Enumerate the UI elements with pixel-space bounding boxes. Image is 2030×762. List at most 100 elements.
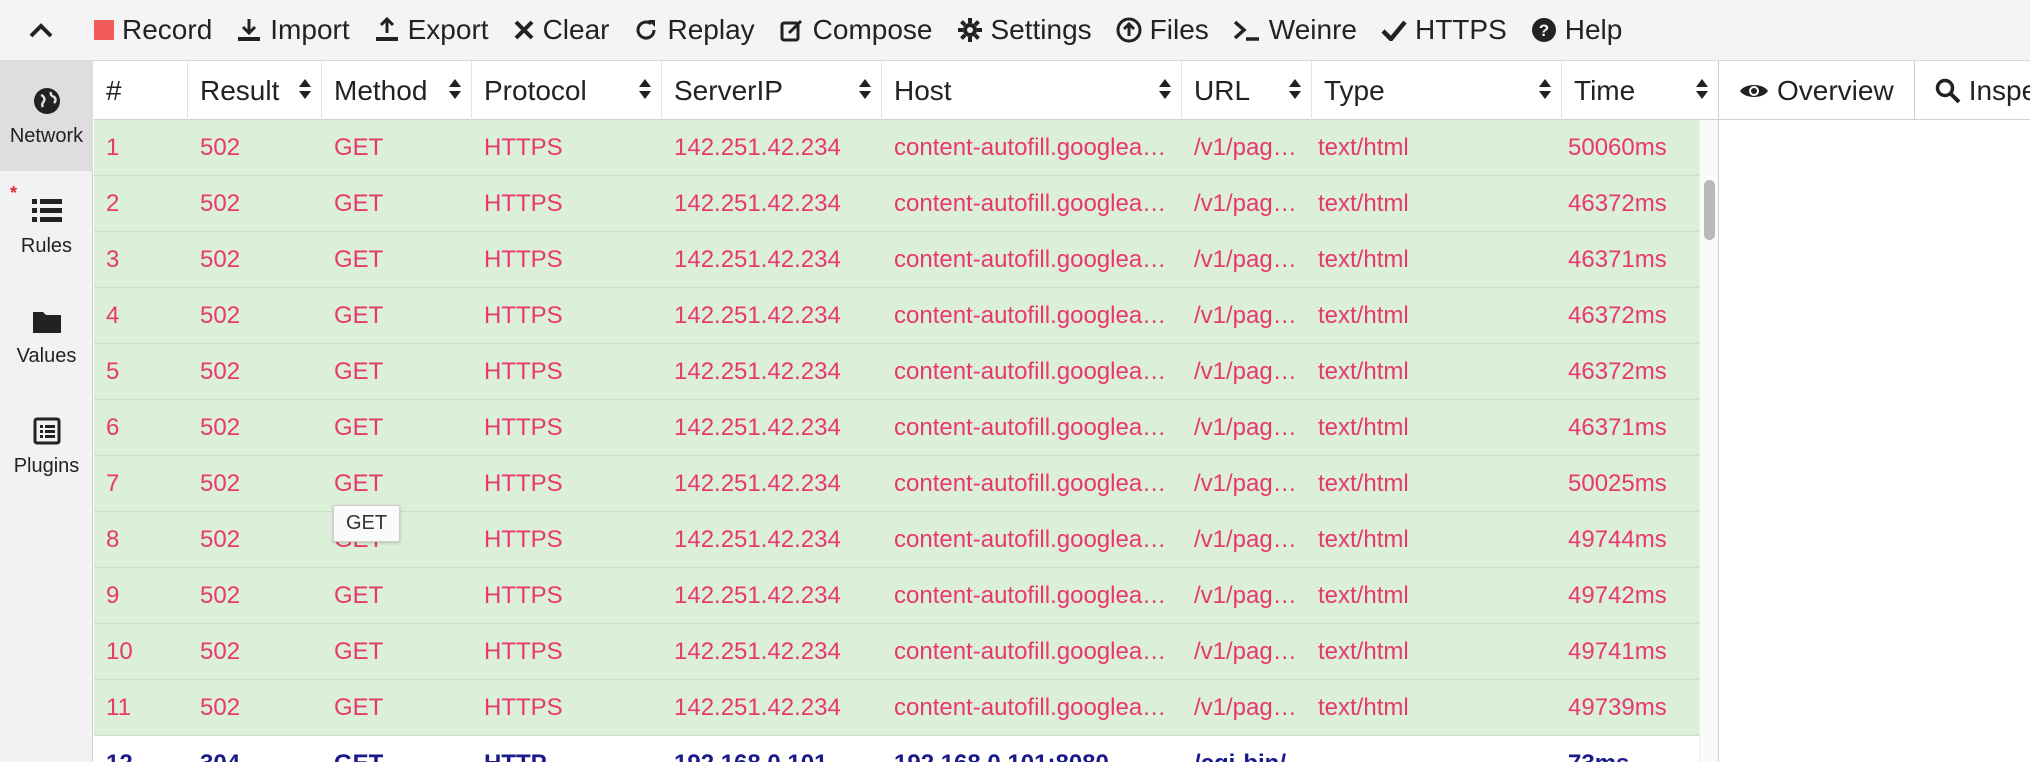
cell-url: /v1/pag… xyxy=(1194,134,1297,161)
cell-time: 50060ms xyxy=(1568,134,1667,161)
cell-protocol: HTTPS xyxy=(484,358,563,385)
column-header-method[interactable]: Method xyxy=(322,61,472,120)
tab-label: Overview xyxy=(1777,74,1894,106)
cell-server-ip: 142.251.42.234 xyxy=(674,302,841,329)
table-row[interactable]: 4 502 GET HTTPS 142.251.42.234 content-autofi… xyxy=(94,288,1699,344)
column-header-label: Host xyxy=(894,74,952,106)
cell-time: 46371ms xyxy=(1568,414,1667,441)
import-icon xyxy=(236,17,262,43)
cell-host: content-autofill.googlea… xyxy=(894,190,1167,217)
column-header-url[interactable]: URL xyxy=(1182,61,1312,120)
cell-protocol: HTTPS xyxy=(484,694,563,721)
sort-icon xyxy=(449,79,461,99)
tab-overview[interactable]: Overview xyxy=(1719,61,1915,120)
cell-host: content-autofill.googlea… xyxy=(894,134,1167,161)
column-header-label: Method xyxy=(334,74,428,106)
settings-button[interactable]: Settings xyxy=(945,0,1104,61)
help-label: Help xyxy=(1564,14,1623,45)
cell-protocol: HTTPS xyxy=(484,638,563,665)
cell-server-ip: 142.251.42.234 xyxy=(674,470,841,497)
cell-protocol: HTTPS xyxy=(484,414,563,441)
column-header-result[interactable]: Result xyxy=(188,61,322,120)
scrollbar-thumb[interactable] xyxy=(1704,180,1715,240)
cell-protocol: HTTPS xyxy=(484,302,563,329)
cell-method: GET xyxy=(334,358,384,385)
table-row[interactable]: 10 502 GET HTTPS 142.251.42.234 content-autof… xyxy=(94,624,1699,680)
files-button[interactable]: Files xyxy=(1104,0,1221,61)
cell-url: /v1/pag… xyxy=(1194,246,1297,273)
column-header-protocol[interactable]: Protocol xyxy=(472,61,662,120)
column-header-time[interactable]: Time xyxy=(1562,61,1718,120)
sort-icon xyxy=(1696,79,1708,99)
table-row[interactable]: 2 502 GET HTTPS 142.251.42.234 content-autofi… xyxy=(94,176,1699,232)
table-row[interactable]: 11 502 GET HTTPS 142.251.42.234 content-autof… xyxy=(94,680,1699,736)
sidebar-item-rules[interactable]: * Rules xyxy=(0,171,93,281)
cell-server-ip: 142.251.42.234 xyxy=(674,694,841,721)
column-header-serverip[interactable]: ServerIP xyxy=(662,61,882,120)
https-label: HTTPS xyxy=(1414,14,1507,45)
weinre-button[interactable]: Weinre xyxy=(1221,0,1369,61)
cell-result: 502 xyxy=(200,190,241,217)
help-button[interactable]: ? Help xyxy=(1519,0,1635,61)
sidebar-item-values[interactable]: Values xyxy=(0,281,93,391)
sidebar-item-label: Rules xyxy=(20,234,73,257)
cell-protocol: HTTPS xyxy=(484,470,563,497)
vertical-scrollbar[interactable] xyxy=(1699,120,1718,762)
import-button[interactable]: Import xyxy=(224,0,361,61)
export-icon xyxy=(374,17,400,43)
settings-label: Settings xyxy=(990,14,1092,45)
cell-num: 2 xyxy=(106,190,120,217)
terminal-icon xyxy=(1233,18,1261,42)
cell-method: GET xyxy=(334,190,384,217)
cell-method: GET xyxy=(334,694,384,721)
cell-host: content-autofill.googlea… xyxy=(894,526,1167,553)
record-button[interactable]: Record xyxy=(82,0,224,61)
cell-type: text/html xyxy=(1318,526,1409,553)
cell-result: 502 xyxy=(200,638,241,665)
sidebar-item-plugins[interactable]: Plugins xyxy=(0,391,93,501)
export-label: Export xyxy=(407,14,489,45)
cell-method: GET xyxy=(334,246,384,273)
detail-tabs: Overview Inspectors xyxy=(1719,61,2030,120)
sort-icon xyxy=(1159,79,1171,99)
weinre-label: Weinre xyxy=(1268,14,1357,45)
replay-button[interactable]: Replay xyxy=(621,0,766,61)
column-header-label: # xyxy=(106,74,122,106)
modified-marker: * xyxy=(10,183,18,203)
sidebar-item-label: Network xyxy=(9,124,84,147)
cell-protocol: HTTPS xyxy=(484,190,563,217)
cell-type: text/html xyxy=(1318,246,1409,273)
table-row[interactable]: 3 502 GET HTTPS 142.251.42.234 content-autofi… xyxy=(94,232,1699,288)
cell-method: GET xyxy=(334,638,384,665)
column-header-host[interactable]: Host xyxy=(882,61,1182,120)
replay-label: Replay xyxy=(667,14,755,45)
collapse-button[interactable] xyxy=(0,0,82,61)
eye-icon xyxy=(1739,80,1769,102)
cell-host: content-autofill.googlea… xyxy=(894,582,1167,609)
cell-server-ip: 142.251.42.234 xyxy=(674,246,841,273)
cell-num: 4 xyxy=(106,302,120,329)
sort-icon xyxy=(1289,79,1301,99)
https-button[interactable]: HTTPS xyxy=(1369,0,1519,61)
table-row[interactable]: 12304GETHTTP192.168.0.101192.168.0.101:8… xyxy=(94,736,1699,762)
sidebar-item-network[interactable]: Network xyxy=(0,61,93,171)
compose-button[interactable]: Compose xyxy=(767,0,945,61)
table-row[interactable]: 6 502 GET HTTPS 142.251.42.234 content-autofi… xyxy=(94,400,1699,456)
column-header-type[interactable]: Type xyxy=(1312,61,1562,120)
cell-type: text/html xyxy=(1318,470,1409,497)
cell-time: 49742ms xyxy=(1568,582,1667,609)
cell-host: content-autofill.googlea… xyxy=(894,638,1167,665)
cell-protocol: HTTPS xyxy=(484,526,563,553)
tab-inspectors[interactable]: Inspectors xyxy=(1915,61,2030,120)
table-row[interactable]: 9 502 GET HTTPS 142.251.42.234 content-autofi… xyxy=(94,568,1699,624)
table-row[interactable]: 5 502 GET HTTPS 142.251.42.234 content-autofi… xyxy=(94,344,1699,400)
compose-icon xyxy=(779,17,805,43)
table-row[interactable]: 1 502 GET HTTPS 142.251.42.234 content-autofi… xyxy=(94,120,1699,176)
column-header-num[interactable]: # xyxy=(94,61,188,120)
table-row[interactable]: 7 502 GET HTTPS 142.251.42.234 content-autofi… xyxy=(94,456,1699,512)
export-button[interactable]: Export xyxy=(362,0,501,61)
tab-label: Inspectors xyxy=(1968,74,2030,106)
cell-result: 502 xyxy=(200,582,241,609)
clear-button[interactable]: Clear xyxy=(501,0,622,61)
sort-icon xyxy=(1539,79,1551,99)
